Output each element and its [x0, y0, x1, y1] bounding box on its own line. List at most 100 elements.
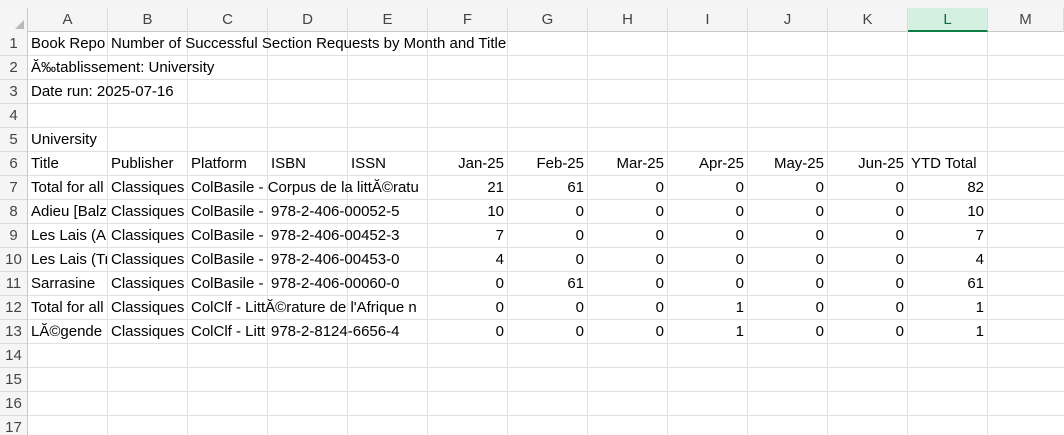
cell-month-value[interactable]: 0 — [588, 200, 667, 223]
row-header-16[interactable]: 16 — [0, 392, 28, 416]
cell-month-value[interactable]: 0 — [748, 320, 827, 343]
cell-title[interactable]: Les Lais (Ar — [28, 224, 107, 247]
cell-month-value[interactable]: 0 — [428, 320, 507, 343]
cell-month-value[interactable]: 0 — [508, 224, 587, 247]
cell-ytd-total[interactable]: 4 — [908, 248, 987, 271]
cell-b1[interactable]: Number of Successful Section Requests by… — [108, 32, 509, 55]
header-title[interactable]: Title — [28, 152, 107, 175]
select-all-corner[interactable] — [0, 8, 28, 32]
column-header-b[interactable]: B — [108, 8, 188, 32]
header-month[interactable]: Feb-25 — [508, 152, 587, 175]
cell-month-value[interactable]: 0 — [748, 176, 827, 199]
column-header-l[interactable]: L — [908, 8, 988, 32]
cell-a5[interactable]: University — [28, 128, 100, 151]
column-header-h[interactable]: H — [588, 8, 668, 32]
cell-month-value[interactable]: 61 — [508, 176, 587, 199]
cell-month-value[interactable]: 0 — [828, 296, 907, 319]
cell-month-value[interactable]: 0 — [828, 224, 907, 247]
cell-month-value[interactable]: 0 — [748, 296, 827, 319]
cell-month-value[interactable]: 0 — [508, 248, 587, 271]
cell-month-value[interactable]: 0 — [428, 296, 507, 319]
header-platform[interactable]: Platform — [188, 152, 267, 175]
row-header-6[interactable]: 6 — [0, 152, 28, 176]
header-month[interactable]: Apr-25 — [668, 152, 747, 175]
cell-month-value[interactable]: 0 — [748, 224, 827, 247]
row-header-15[interactable]: 15 — [0, 368, 28, 392]
cell-title[interactable]: Adieu [Balza — [28, 200, 107, 223]
cell-a3[interactable]: Date run: 2025-07-16 — [28, 80, 177, 103]
cell-publisher[interactable]: Classiques — [108, 272, 187, 295]
cell-month-value[interactable]: 0 — [828, 248, 907, 271]
header-month[interactable]: Jan-25 — [428, 152, 507, 175]
column-header-i[interactable]: I — [668, 8, 748, 32]
cell-isbn[interactable]: 978-2-406-00052-5 — [268, 200, 427, 223]
cell-a1[interactable]: Book Repo — [28, 32, 107, 55]
cell-ytd-total[interactable]: 1 — [908, 296, 987, 319]
cell-publisher[interactable]: Classiques — [108, 248, 187, 271]
cell-area[interactable]: Book Repo Number of Successful Section R… — [28, 32, 1064, 435]
cell-title[interactable]: Total for all — [28, 176, 107, 199]
cell-platform[interactable]: ColBasile - — [188, 248, 267, 271]
cell-month-value[interactable]: 0 — [588, 176, 667, 199]
cell-month-value[interactable]: 10 — [428, 200, 507, 223]
column-header-d[interactable]: D — [268, 8, 348, 32]
cell-platform[interactable]: ColClf - Litt — [188, 320, 267, 343]
cell-a2[interactable]: Ă‰tablissement: University — [28, 56, 217, 79]
cell-month-value[interactable]: 0 — [428, 272, 507, 295]
cell-title[interactable]: Les Lais (Tr — [28, 248, 107, 271]
cell-publisher[interactable]: Classiques — [108, 296, 187, 319]
cell-title[interactable]: LĂ©gende — [28, 320, 107, 343]
column-header-f[interactable]: F — [428, 8, 508, 32]
column-header-a[interactable]: A — [28, 8, 108, 32]
cell-platform[interactable]: ColBasile - Corpus de la littĂ©ratu — [188, 176, 427, 199]
cell-isbn[interactable]: 978-2-406-00452-3 — [268, 224, 427, 247]
cell-isbn[interactable]: 978-2-406-00060-0 — [268, 272, 427, 295]
cell-publisher[interactable]: Classiques — [108, 224, 187, 247]
cell-month-value[interactable]: 0 — [668, 272, 747, 295]
cell-platform[interactable]: ColClf - LittĂ©rature de l'Afrique n — [188, 296, 427, 319]
row-header-14[interactable]: 14 — [0, 344, 28, 368]
cell-month-value[interactable]: 1 — [668, 296, 747, 319]
column-header-c[interactable]: C — [188, 8, 268, 32]
column-header-m[interactable]: M — [988, 8, 1064, 32]
cell-publisher[interactable]: Classiques — [108, 176, 187, 199]
cell-month-value[interactable]: 21 — [428, 176, 507, 199]
cell-ytd-total[interactable]: 1 — [908, 320, 987, 343]
cell-month-value[interactable]: 0 — [828, 176, 907, 199]
spreadsheet-grid[interactable]: A B C D E F G H I J K L M 1 2 3 4 5 6 7 … — [0, 8, 1064, 435]
cell-ytd-total[interactable]: 7 — [908, 224, 987, 247]
cell-month-value[interactable]: 0 — [668, 200, 747, 223]
column-header-g[interactable]: G — [508, 8, 588, 32]
row-header-2[interactable]: 2 — [0, 56, 28, 80]
header-month[interactable]: Mar-25 — [588, 152, 667, 175]
cell-month-value[interactable]: 0 — [828, 320, 907, 343]
row-header-3[interactable]: 3 — [0, 80, 28, 104]
header-issn[interactable]: ISSN — [348, 152, 427, 175]
cell-month-value[interactable]: 0 — [668, 224, 747, 247]
cell-month-value[interactable]: 1 — [668, 320, 747, 343]
cell-month-value[interactable]: 0 — [668, 176, 747, 199]
cell-publisher[interactable]: Classiques — [108, 320, 187, 343]
row-header-8[interactable]: 8 — [0, 200, 28, 224]
cell-month-value[interactable]: 0 — [828, 272, 907, 295]
cell-month-value[interactable]: 0 — [748, 272, 827, 295]
cell-title[interactable]: Sarrasine — [28, 272, 107, 295]
column-header-e[interactable]: E — [348, 8, 428, 32]
row-header-1[interactable]: 1 — [0, 32, 28, 56]
cell-platform[interactable]: ColBasile - — [188, 224, 267, 247]
column-header-k[interactable]: K — [828, 8, 908, 32]
row-header-13[interactable]: 13 — [0, 320, 28, 344]
cell-month-value[interactable]: 0 — [748, 248, 827, 271]
cell-ytd-total[interactable]: 61 — [908, 272, 987, 295]
cell-month-value[interactable]: 0 — [588, 320, 667, 343]
row-header-9[interactable]: 9 — [0, 224, 28, 248]
cell-title[interactable]: Total for all — [28, 296, 107, 319]
cell-month-value[interactable]: 0 — [828, 200, 907, 223]
cell-isbn[interactable]: 978-2-8124-6656-4 — [268, 320, 427, 343]
cell-publisher[interactable]: Classiques — [108, 200, 187, 223]
column-header-j[interactable]: J — [748, 8, 828, 32]
cell-month-value[interactable]: 0 — [588, 296, 667, 319]
header-month[interactable]: May-25 — [748, 152, 827, 175]
cell-month-value[interactable]: 0 — [588, 224, 667, 247]
header-ytd-total[interactable]: YTD Total — [908, 152, 987, 175]
